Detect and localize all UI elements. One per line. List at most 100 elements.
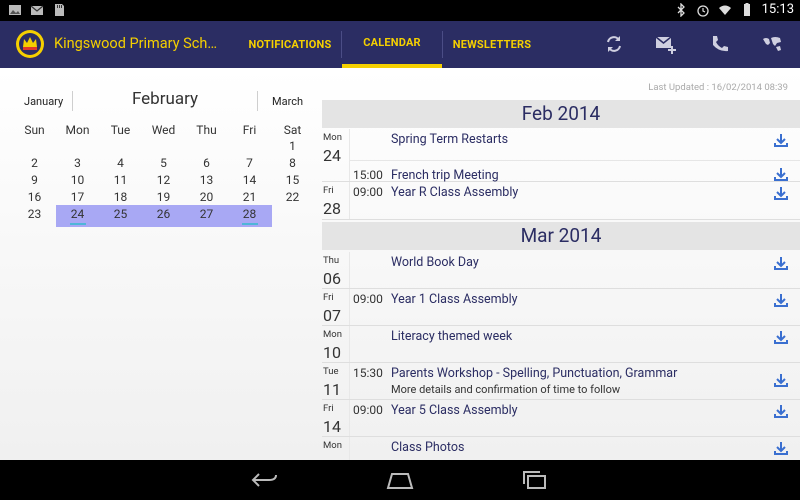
calendar-day[interactable]: 2 (13, 155, 56, 172)
calendar-day[interactable]: 11 (99, 172, 142, 189)
download-icon[interactable] (774, 186, 788, 200)
download-icon[interactable] (774, 293, 788, 307)
row-divider (349, 182, 350, 219)
event-time: 09:00 (353, 403, 383, 417)
status-bar: 15:13 (0, 0, 800, 21)
calendar-day[interactable]: 13 (185, 172, 228, 189)
picture-icon (9, 5, 21, 15)
event-day-row[interactable]: Mon Class Photos (322, 437, 800, 460)
event-date: 06 (323, 269, 341, 288)
month-title: February (131, 89, 199, 109)
weekday-header: Fri (242, 123, 257, 137)
event-date: 28 (323, 199, 341, 218)
tab-notifications[interactable]: NOTIFICATIONS (245, 21, 335, 68)
event-title: World Book Day (391, 255, 479, 270)
weekday-header: Tue (110, 123, 131, 137)
calendar-day[interactable]: 27 (185, 206, 228, 223)
calendar-day[interactable]: 23 (13, 206, 56, 223)
event-weekday: Fri (323, 185, 334, 196)
event-title: Spring Term Restarts (391, 132, 509, 147)
event-marker (70, 223, 86, 225)
calendar-day[interactable]: 28 (228, 206, 271, 223)
event-weekday: Mon (323, 132, 342, 143)
calendar-day[interactable]: 4 (99, 155, 142, 172)
app-title: Kingswood Primary Sch… (54, 35, 218, 52)
calendar-day[interactable]: 8 (271, 155, 314, 172)
weekday-header: Mon (65, 123, 90, 137)
calendar-day[interactable]: 18 (99, 189, 142, 206)
calendar-day[interactable]: 15 (271, 172, 314, 189)
navigation-bar (0, 460, 800, 500)
recent-apps-icon[interactable] (520, 470, 550, 490)
calendar-day[interactable]: 6 (185, 155, 228, 172)
calendar-day[interactable]: 24 (56, 206, 99, 223)
event-time: 15:30 (353, 366, 383, 380)
calendar-day[interactable]: 25 (99, 206, 142, 223)
weekday-header: Wed (151, 123, 176, 137)
download-icon[interactable] (774, 441, 788, 455)
event-title: Parents Workshop - Spelling, Punctuation… (391, 366, 678, 381)
row-divider (350, 160, 800, 161)
download-icon[interactable] (774, 373, 788, 387)
calendar-day[interactable]: 3 (56, 155, 99, 172)
event-day-row[interactable]: Tue 11 15:30 Parents Workshop - Spelling… (322, 363, 800, 400)
event-weekday: Mon (323, 329, 342, 340)
event-weekday: Tue (323, 366, 339, 377)
event-day-row[interactable]: Fri 07 09:00 Year 1 Class Assembly (322, 289, 800, 326)
calendar-day[interactable]: 10 (56, 172, 99, 189)
next-month-button[interactable]: March (272, 95, 303, 108)
month-section-header: Feb 2014 (322, 100, 800, 128)
month-section-header: Mar 2014 (322, 222, 800, 250)
calendar-day[interactable]: 1 (271, 138, 314, 155)
calendar-day[interactable]: 26 (142, 206, 185, 223)
download-icon[interactable] (774, 167, 788, 181)
event-date: 24 (323, 146, 341, 165)
event-title: Year 5 Class Assembly (391, 403, 518, 418)
tab-newsletters[interactable]: NEWSLETTERS (448, 21, 536, 68)
calendar-day[interactable]: 7 (228, 155, 271, 172)
tab-calendar[interactable]: CALENDAR (342, 21, 442, 68)
event-day-row[interactable]: Mon 10 Literacy themed week (322, 326, 800, 363)
event-date: 07 (323, 306, 341, 325)
calendar-day[interactable]: 20 (185, 189, 228, 206)
row-divider (349, 400, 350, 436)
event-weekday: Mon (323, 440, 342, 451)
back-icon[interactable] (249, 470, 279, 490)
event-day-row[interactable]: Fri 28 09:00 Year R Class Assembly (322, 182, 800, 220)
weekday-header: Sun (24, 123, 45, 137)
compose-mail-icon[interactable] (655, 33, 677, 55)
tab-divider (442, 31, 443, 58)
event-day-row[interactable]: Mon 24 Spring Term Restarts 15:00 French… (322, 129, 800, 183)
school-crest-icon[interactable] (15, 29, 45, 59)
calendar-day[interactable]: 9 (13, 172, 56, 189)
calendar-day[interactable]: 12 (142, 172, 185, 189)
event-weekday: Fri (323, 403, 334, 414)
divider (72, 91, 73, 111)
calendar-day[interactable]: 17 (56, 189, 99, 206)
calendar-day[interactable]: 21 (228, 189, 271, 206)
prev-month-button[interactable]: January (24, 95, 63, 108)
calendar-day[interactable]: 16 (13, 189, 56, 206)
world-map-icon[interactable] (761, 33, 783, 55)
events-list[interactable]: Feb 2014 Mon 24 Spring Term Restarts 15:… (322, 98, 800, 460)
phone-icon[interactable] (709, 33, 731, 55)
event-day-row[interactable]: Thu 06 World Book Day (322, 252, 800, 289)
calendar-day[interactable]: 19 (142, 189, 185, 206)
download-icon[interactable] (774, 330, 788, 344)
calendar-day[interactable]: 22 (271, 189, 314, 206)
battery-icon (743, 2, 750, 16)
event-title: Year 1 Class Assembly (391, 292, 518, 307)
calendar-day[interactable]: 14 (228, 172, 271, 189)
home-icon[interactable] (385, 470, 415, 490)
calendar-day[interactable]: 5 (142, 155, 185, 172)
event-title: Literacy themed week (391, 329, 513, 344)
download-icon[interactable] (774, 133, 788, 147)
event-weekday: Thu (323, 255, 340, 266)
refresh-icon[interactable] (603, 33, 625, 55)
row-divider (349, 326, 350, 362)
event-day-row[interactable]: Fri 14 09:00 Year 5 Class Assembly (322, 400, 800, 437)
event-title: Class Photos (391, 440, 465, 455)
wifi-icon (718, 5, 731, 15)
download-icon[interactable] (774, 404, 788, 418)
download-icon[interactable] (774, 256, 788, 270)
